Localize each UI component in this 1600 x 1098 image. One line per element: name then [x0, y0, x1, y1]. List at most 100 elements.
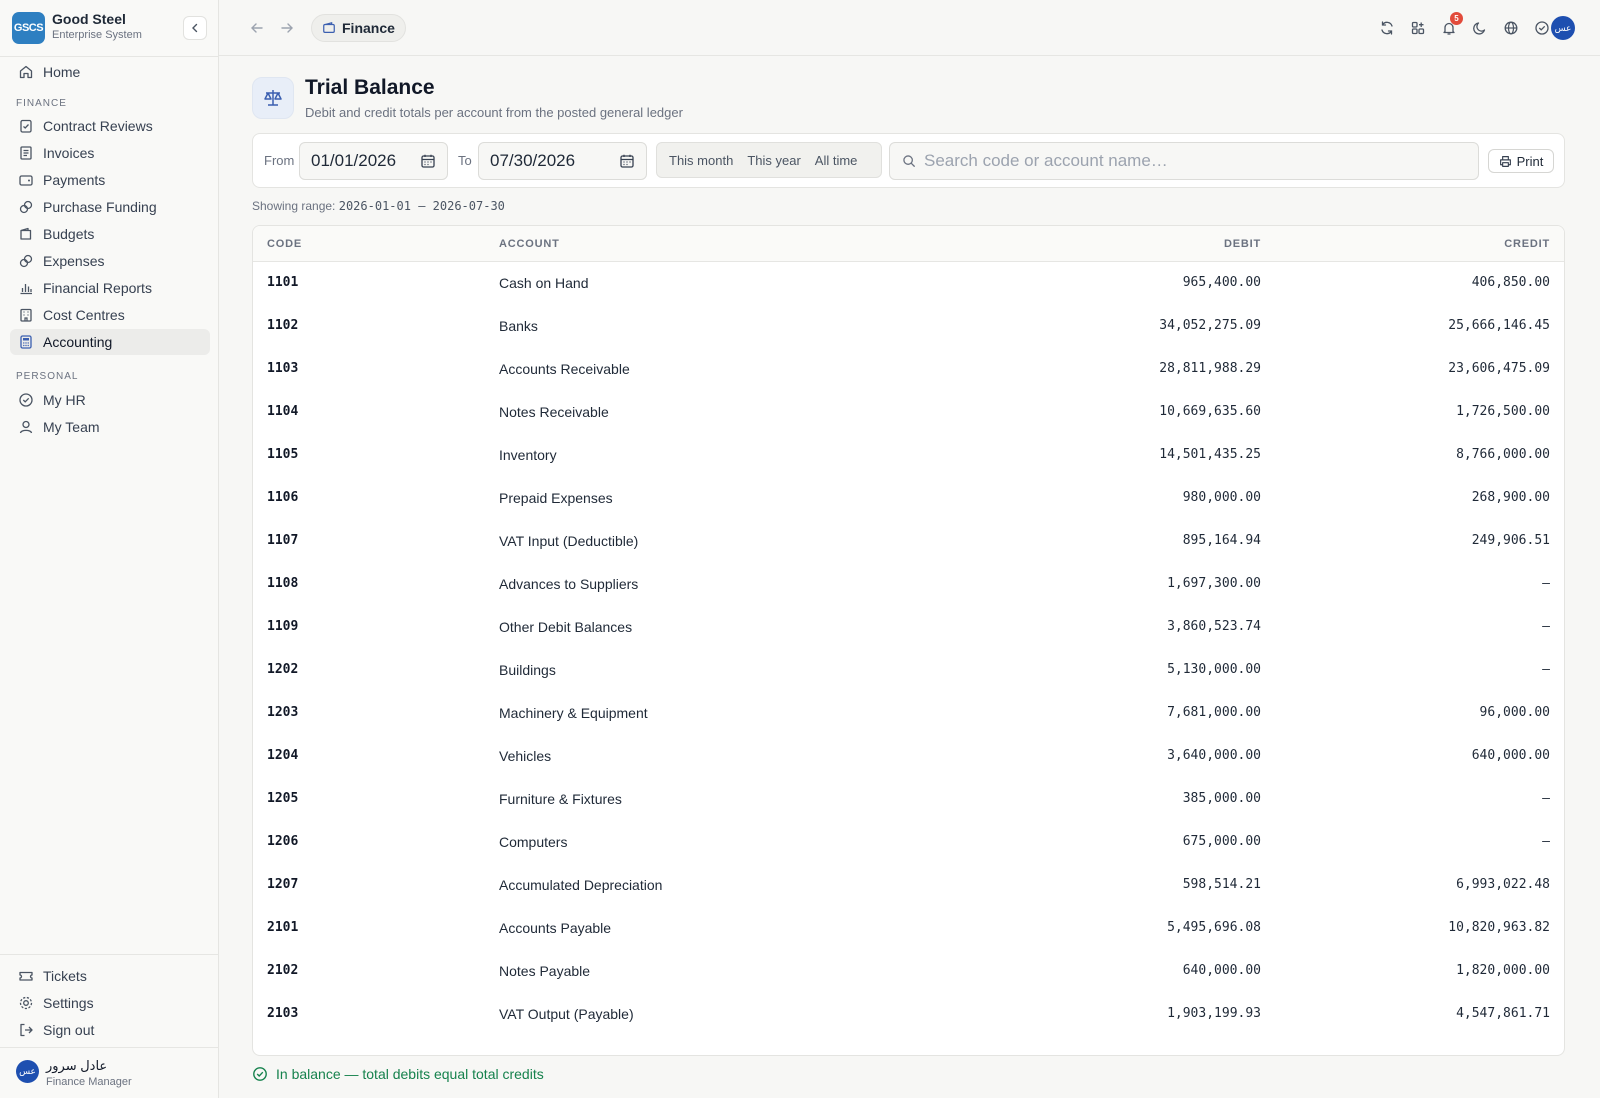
arrow-left-icon	[251, 23, 263, 33]
sidebar-item-cost-centres[interactable]: Cost Centres	[10, 302, 210, 328]
print-button[interactable]: Print	[1488, 149, 1554, 173]
to-label: To	[458, 153, 472, 168]
table-row[interactable]: 1207 Accumulated Depreciation 598,514.21 6,…	[253, 864, 1564, 907]
to-date-value: 07/30/2026	[490, 151, 576, 170]
from-date-input[interactable]: 01/01/2026	[299, 142, 448, 180]
table-row[interactable]: 1206 Computers 675,000.00 —	[253, 821, 1564, 864]
sidebar-item-budgets[interactable]: Budgets	[10, 221, 210, 247]
sidebar-divider	[0, 56, 219, 57]
calendar-icon[interactable]	[420, 153, 436, 169]
table-row[interactable]: 1106 Prepaid Expenses 980,000.00 268,900.00	[253, 477, 1564, 520]
sidebar-item-my-team[interactable]: My Team	[10, 414, 210, 440]
brand[interactable]: GSCS Good Steel Enterprise System	[12, 11, 207, 45]
table-row[interactable]: 1107 VAT Input (Deductible) 895,164.94 249,…	[253, 520, 1564, 563]
sidebar-item-accounting[interactable]: Accounting	[10, 329, 210, 355]
scale-icon	[252, 77, 294, 119]
notifications-button[interactable]: 5	[1437, 12, 1463, 40]
column-header-debit[interactable]: DEBIT	[1224, 238, 1261, 250]
table-row[interactable]: 1203 Machinery & Equipment 7,681,000.00 96,…	[253, 692, 1564, 735]
cell-credit: 640,000.00	[1471, 748, 1550, 763]
table-row[interactable]: 1101 Cash on Hand 965,400.00 406,850.00	[253, 262, 1564, 305]
sidebar-item-tickets[interactable]: Tickets	[10, 963, 210, 989]
sidebar-item-label: Settings	[43, 995, 94, 1011]
apps-button[interactable]	[1406, 16, 1430, 40]
sidebar: GSCS Good Steel Enterprise System Home F…	[0, 0, 219, 1098]
column-header-credit[interactable]: CREDIT	[1504, 238, 1550, 250]
calendar-icon[interactable]	[619, 153, 635, 169]
check-circle-icon	[1535, 21, 1549, 35]
sidebar-item-my-hr[interactable]: My HR	[10, 387, 210, 413]
table-row[interactable]: 2103 VAT Output (Payable) 1,903,199.93 4,54…	[253, 993, 1564, 1036]
top-bar: Finance 5 عس	[219, 0, 1600, 56]
table-row[interactable]: 1102 Banks 34,052,275.09 25,666,146.45	[253, 305, 1564, 348]
page-title: Trial Balance	[305, 76, 435, 99]
cell-account: VAT Input (Deductible)	[499, 533, 639, 549]
sidebar-item-payments[interactable]: Payments	[10, 167, 210, 193]
preset-all-time[interactable]: All time	[811, 153, 868, 168]
sidebar-item-label: Sign out	[43, 1022, 95, 1038]
cell-credit: 406,850.00	[1471, 275, 1550, 290]
brand-subtitle: Enterprise System	[52, 29, 142, 41]
sidebar-item-settings[interactable]: Settings	[10, 990, 210, 1016]
sidebar-item-contract-reviews[interactable]: Contract Reviews	[10, 113, 210, 139]
cell-account: Accounts Payable	[499, 920, 612, 936]
sidebar-item-invoices[interactable]: Invoices	[10, 140, 210, 166]
sidebar-item-financial-reports[interactable]: Financial Reports	[10, 275, 210, 301]
cell-account: Computers	[499, 834, 568, 850]
search-input[interactable]	[924, 151, 1464, 171]
clipboard-check-icon	[18, 118, 34, 134]
cell-account: Other Debit Balances	[499, 619, 633, 635]
table-row[interactable]: 1108 Advances to Suppliers 1,697,300.00 —	[253, 563, 1564, 606]
check-circle-icon	[252, 1066, 268, 1082]
table-row[interactable]: 1109 Other Debit Balances 3,860,523.74 —	[253, 606, 1564, 649]
cell-account: Buildings	[499, 662, 556, 678]
cell-debit: 598,514.21	[1182, 877, 1261, 892]
ticket-icon	[18, 968, 34, 984]
balance-status: In balance — total debits equal total cr…	[252, 1066, 544, 1082]
cell-debit: 5,130,000.00	[1167, 662, 1261, 677]
forward-button[interactable]	[276, 17, 298, 39]
user-profile[interactable]: عس عادل سرور Finance Manager	[16, 1058, 211, 1092]
cell-code: 1203	[267, 705, 299, 720]
balance-status-text: In balance — total debits equal total cr…	[276, 1066, 544, 1082]
table-row[interactable]: 1105 Inventory 14,501,435.25 8,766,000.00	[253, 434, 1564, 477]
table-row[interactable]: 1104 Notes Receivable 10,669,635.60 1,726,5…	[253, 391, 1564, 434]
table-row[interactable]: 1202 Buildings 5,130,000.00 —	[253, 649, 1564, 692]
sidebar-item-expenses[interactable]: Expenses	[10, 248, 210, 274]
home-icon	[18, 64, 34, 80]
personal-section-label: PERSONAL	[16, 371, 79, 382]
sidebar-item-label: Purchase Funding	[43, 199, 157, 215]
preset-this-year[interactable]: This year	[743, 153, 810, 168]
sidebar-item-label: Financial Reports	[43, 280, 152, 296]
table-row[interactable]: 1205 Furniture & Fixtures 385,000.00 —	[253, 778, 1564, 821]
back-button[interactable]	[246, 17, 268, 39]
table-row[interactable]: 2101 Accounts Payable 5,495,696.08 10,820,9…	[253, 907, 1564, 950]
avatar[interactable]: عس	[1551, 16, 1575, 40]
preset-this-month[interactable]: This month	[665, 153, 743, 168]
cell-account: Vehicles	[499, 748, 552, 764]
table-row[interactable]: 1103 Accounts Receivable 28,811,988.29 23,6…	[253, 348, 1564, 391]
cell-debit: 3,860,523.74	[1167, 619, 1261, 634]
sidebar-item-purchase-funding[interactable]: Purchase Funding	[10, 194, 210, 220]
theme-toggle[interactable]	[1468, 16, 1492, 40]
cell-code: 1202	[267, 662, 299, 677]
to-date-input[interactable]: 07/30/2026	[478, 142, 647, 180]
cell-code: 2101	[267, 920, 299, 935]
date-preset-group: This month This year All time	[656, 142, 882, 178]
breadcrumb[interactable]: Finance	[311, 14, 406, 42]
sidebar-item-label: My Team	[43, 419, 100, 435]
cell-account: Inventory	[499, 447, 557, 463]
cell-code: 1106	[267, 490, 299, 505]
sidebar-item-sign-out[interactable]: Sign out	[10, 1017, 210, 1043]
trial-balance-table: CODE ACCOUNT DEBIT CREDIT 1101 Cash on Ha…	[252, 225, 1565, 1056]
collapse-sidebar-button[interactable]	[183, 16, 207, 40]
table-row[interactable]: 1204 Vehicles 3,640,000.00 640,000.00	[253, 735, 1564, 778]
language-button[interactable]	[1499, 16, 1523, 40]
brand-logo: GSCS	[12, 12, 45, 44]
refresh-button[interactable]	[1375, 16, 1399, 40]
column-header-account[interactable]: ACCOUNT	[499, 238, 560, 250]
sidebar-item-home[interactable]: Home	[10, 59, 210, 85]
table-row[interactable]: 2102 Notes Payable 640,000.00 1,820,000.00	[253, 950, 1564, 993]
cell-credit: —	[1542, 791, 1550, 806]
column-header-code[interactable]: CODE	[267, 238, 302, 250]
